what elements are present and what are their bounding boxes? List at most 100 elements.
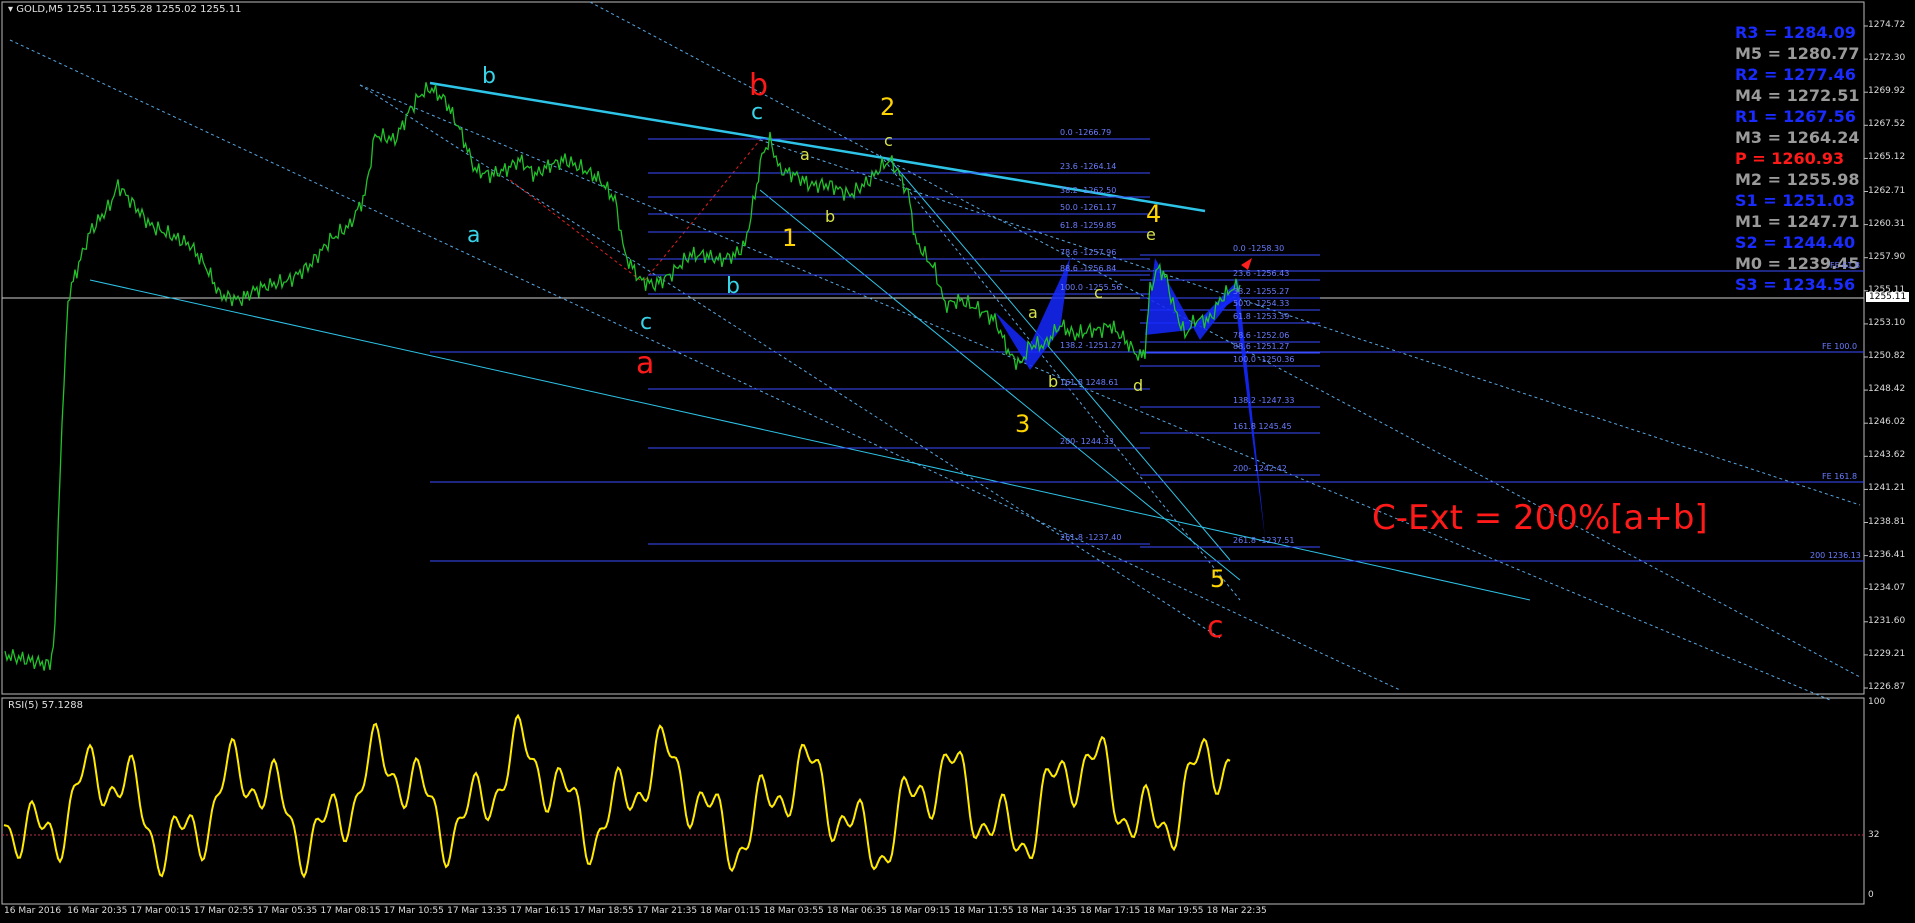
fe-100-label: FE 100.0 [1822, 342, 1858, 351]
current-price-tag: 1255.11 [1866, 292, 1910, 302]
pivot-level-5: M3 = 1264.24 [1735, 128, 1860, 147]
fib-level-label: 88.6 -1256.84 [1060, 264, 1117, 273]
price-tick-label: 1250.82 [1868, 351, 1906, 361]
fib-level-label: 200- 1244.33 [1060, 437, 1114, 446]
time-tick-label: 17 Mar 16:15 [510, 906, 571, 916]
time-tick-label: 18 Mar 17:15 [1080, 906, 1141, 916]
price-tick-label: 1236.41 [1868, 549, 1906, 560]
wave-yellow-2: 2 [880, 93, 896, 121]
wave-yellow-5: 5 [1210, 565, 1226, 593]
price-tick-label: 1243.62 [1868, 450, 1906, 461]
fib-level-label: 100.0 -1255.56 [1060, 283, 1122, 292]
time-tick-label: 18 Mar 03:55 [763, 906, 824, 916]
fib-level-label: 200- 1242.42 [1233, 464, 1287, 473]
pivot-levels: R3 = 1284.09 M5 = 1280.77 R2 = 1277.46 M4 =… [1735, 22, 1859, 295]
time-tick-label: 17 Mar 18:55 [573, 906, 634, 916]
price-tick-label: 1274.72 [1868, 20, 1906, 30]
time-tick-label: 18 Mar 09:15 [890, 906, 951, 916]
time-tick-label: 18 Mar 06:35 [826, 906, 887, 916]
pivot-level-2: R2 = 1277.46 [1735, 65, 1856, 84]
wave-small-d: d [1133, 376, 1144, 395]
rsi-title: RSI(5) 57.1288 [8, 700, 83, 711]
fib-level-label: 138.2 -1247.33 [1233, 396, 1295, 405]
price-tick-label: 1248.42 [1868, 384, 1906, 395]
symbol-header[interactable]: ▾ GOLD,M5 1255.11 1255.28 1255.02 1255.1… [8, 4, 241, 15]
pivot-level-10: S2 = 1244.40 [1735, 233, 1856, 252]
wave-small-c2: c [1094, 283, 1103, 302]
symbol-label: GOLD,M5 [16, 4, 64, 15]
price-tick-label: 1234.07 [1868, 582, 1906, 593]
rsi-level-0: 0 [1868, 890, 1874, 900]
pivot-level-6: P = 1260.93 [1735, 149, 1845, 168]
wave-red-b: b [749, 68, 769, 103]
price-tick-label: 1231.60 [1868, 615, 1906, 626]
fib-level-label: 0.0 -1266.79 [1060, 128, 1112, 137]
wave-yellow-4: 4 [1146, 200, 1162, 228]
time-tick-label: 16 Mar 2016 [4, 906, 62, 916]
wave-small-b2: b [1048, 372, 1059, 391]
wave-cyan-b: b [482, 64, 496, 89]
pivot-level-3: M4 = 1272.51 [1735, 86, 1860, 105]
rsi-level-100: 100 [1868, 697, 1886, 707]
wave-red-c: c [1207, 610, 1224, 645]
fib-level-label: 23.6 -1256.43 [1233, 269, 1290, 278]
wave-yellow-3: 3 [1015, 410, 1031, 438]
fib-level-label: 61.8 -1259.85 [1060, 221, 1117, 230]
wave-cyan-a: a [467, 223, 481, 248]
wave-small-a: a [800, 145, 810, 164]
rsi-panel-border [1, 697, 1865, 905]
fib-level-label: 88.6 -1251.27 [1233, 342, 1290, 351]
pivot-level-8: S1 = 1251.03 [1735, 191, 1856, 210]
fib-level-label: 261.8 -1237.51 [1233, 536, 1295, 545]
time-tick-label: 17 Mar 05:35 [257, 906, 318, 916]
time-tick-label: 17 Mar 21:35 [637, 906, 698, 916]
price-tick-label: 1267.52 [1868, 119, 1906, 130]
time-tick-label: 17 Mar 08:15 [320, 906, 381, 916]
fib-level-label: 0.0 -1258.30 [1233, 244, 1285, 253]
rsi-series [3, 713, 1231, 879]
dotted-channel-lines [9, 1, 1861, 701]
wave-red-a: a [636, 346, 655, 381]
price-tick-label: 1226.87 [1868, 682, 1906, 692]
fib-level-label: 50.0 -1254.33 [1233, 299, 1290, 308]
time-tick-label: 17 Mar 10:55 [383, 906, 444, 916]
pivot-level-0: R3 = 1284.09 [1735, 23, 1856, 42]
price-panel-border [1, 1, 1865, 695]
price-tick-label: 1238.81 [1868, 516, 1906, 527]
rsi-level-32: 32 [1868, 830, 1880, 840]
wave-small-a2: a [1028, 303, 1038, 322]
time-tick-label: 18 Mar 19:55 [1143, 906, 1204, 916]
time-tick-label: 16 Mar 20:35 [67, 906, 128, 916]
fib-level-label: 23.6 -1264.14 [1060, 162, 1117, 171]
fib-level-label: 138.2 -1251.27 [1060, 341, 1122, 350]
time-tick-label: 17 Mar 00:15 [130, 906, 191, 916]
fib-level-label: 261.8 -1237.40 [1060, 533, 1122, 542]
time-tick-label: 17 Mar 02:55 [193, 906, 254, 916]
wave-small-e: e [1146, 225, 1156, 244]
pivot-level-9: M1 = 1247.71 [1735, 212, 1860, 231]
fib-level-label: 161.8 1245.45 [1233, 422, 1292, 431]
fib-level-label: 78.6 -1257.96 [1060, 248, 1117, 257]
pivot-level-7: M2 = 1255.98 [1735, 170, 1860, 189]
price-tick-label: 1262.71 [1868, 185, 1906, 196]
price-tick-label: 1260.31 [1868, 218, 1906, 229]
price-tick-label: 1272.30 [1868, 53, 1906, 64]
dropdown-icon[interactable]: ▾ [8, 4, 13, 15]
fib-level-label: 50.0 -1261.17 [1060, 203, 1117, 212]
time-tick-label: 18 Mar 01:15 [700, 906, 761, 916]
price-tick-label: 1253.10 [1868, 317, 1906, 328]
fe-161-label: FE 161.8 [1822, 472, 1858, 481]
ohlc-values: 1255.11 1255.28 1255.02 1255.11 [66, 4, 242, 15]
pivot-level-4: R1 = 1267.56 [1735, 107, 1856, 126]
fe-200-label: 200 1236.13 [1810, 551, 1861, 560]
c-extension-annotation: C-Ext = 200%[a+b] [1372, 498, 1708, 538]
price-tick-label: 1241.21 [1868, 483, 1906, 494]
wave-yellow-1: 1 [782, 224, 798, 252]
chart-canvas[interactable] [0, 0, 1915, 923]
price-tick-label: 1269.92 [1868, 86, 1906, 97]
fib-level-label: 38.2 -1262.50 [1060, 186, 1117, 195]
price-tick-label: 1229.21 [1868, 648, 1906, 659]
cyan-trendlines [89, 159, 1531, 601]
wave-cyan-c-top: c [751, 100, 764, 125]
fib-level-label: 78.6 -1252.06 [1233, 331, 1290, 340]
